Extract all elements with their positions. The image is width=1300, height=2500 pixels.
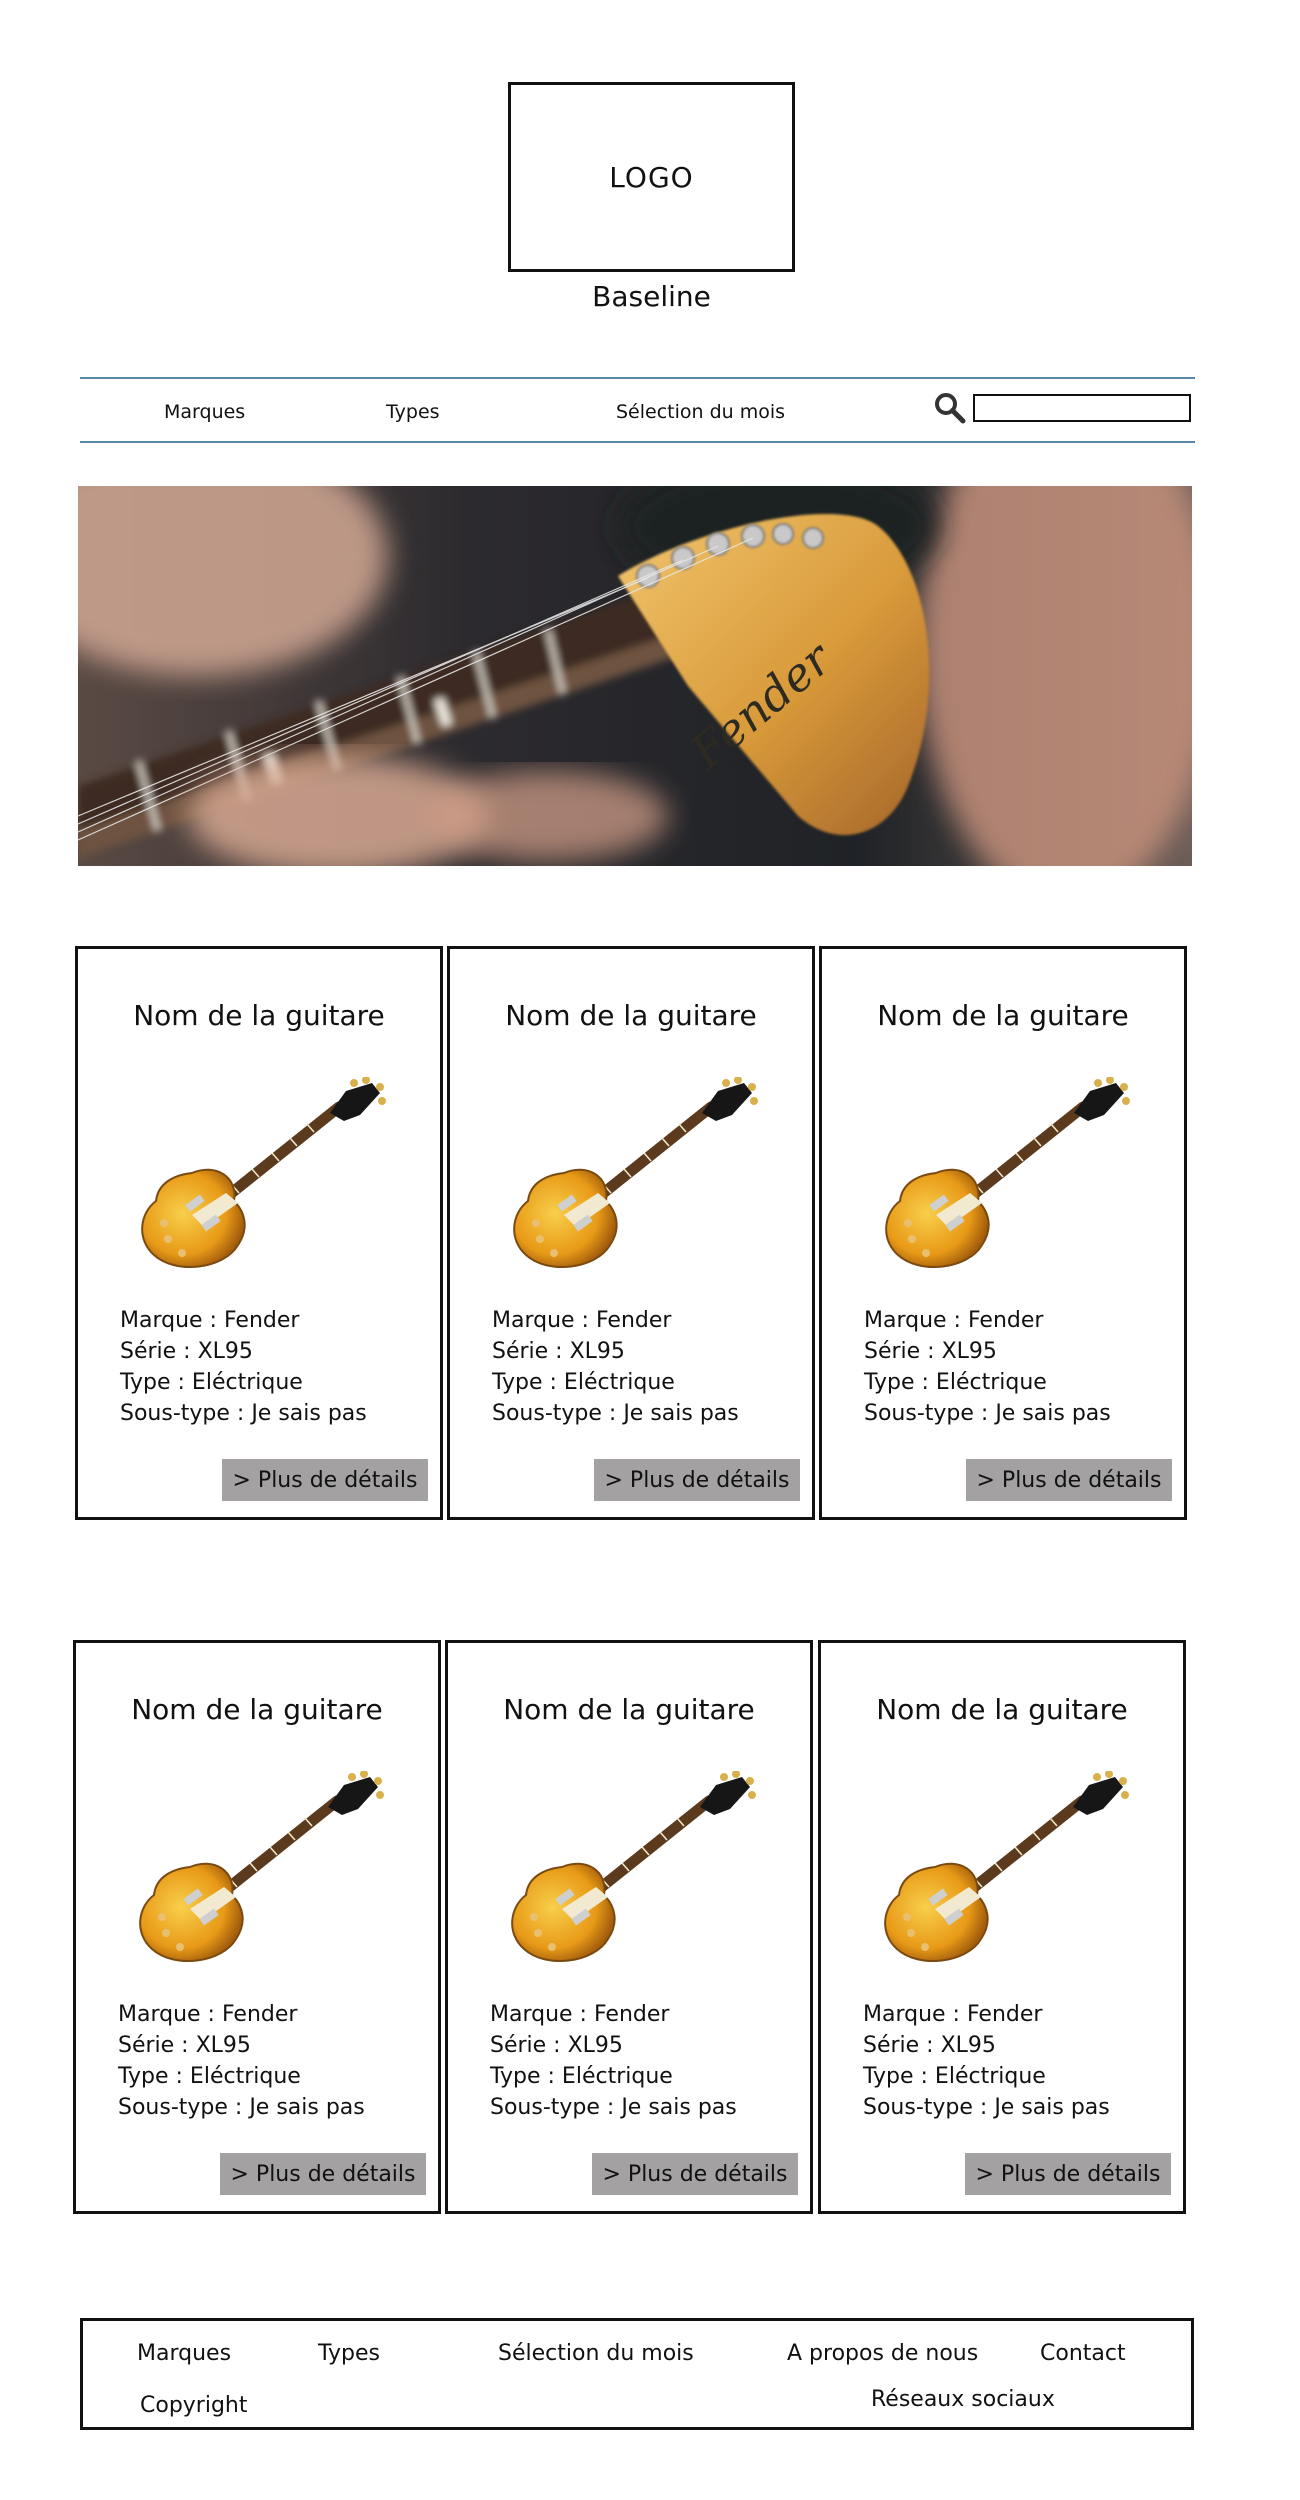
product-series: Série : XL95 — [864, 1339, 997, 1364]
product-series: Série : XL95 — [120, 1339, 253, 1364]
logo[interactable]: LOGO — [508, 82, 795, 272]
product-card: Nom de la guitare Marque : Fender Série … — [447, 946, 815, 1520]
product-brand: Marque : Fender — [492, 1308, 672, 1333]
details-button[interactable]: > Plus de détails — [222, 1459, 428, 1501]
search-input[interactable] — [973, 394, 1191, 422]
details-button[interactable]: > Plus de détails — [592, 2153, 798, 2195]
product-brand: Marque : Fender — [120, 1308, 300, 1333]
product-subtype: Sous-type : Je sais pas — [490, 2095, 737, 2120]
details-button[interactable]: > Plus de détails — [220, 2153, 426, 2195]
footer-link-selection-du-mois[interactable]: Sélection du mois — [498, 2341, 694, 2366]
product-brand: Marque : Fender — [118, 2002, 298, 2027]
guitar-image — [141, 1077, 386, 1268]
product-title: Nom de la guitare — [503, 1693, 755, 1726]
product-subtype: Sous-type : Je sais pas — [492, 1401, 739, 1426]
guitar-image — [513, 1077, 758, 1268]
product-series: Série : XL95 — [490, 2033, 623, 2058]
logo-text: LOGO — [609, 160, 694, 194]
nav-item-types[interactable]: Types — [386, 401, 440, 423]
product-brand: Marque : Fender — [863, 2002, 1043, 2027]
product-specs: Marque : Fender Série : XL95 Type : Eléc… — [120, 1305, 367, 1429]
hero-banner: Fender — [78, 486, 1192, 866]
product-specs: Marque : Fender Série : XL95 Type : Eléc… — [492, 1305, 739, 1429]
product-card: Nom de la guitare Marque : Fender Série … — [75, 946, 443, 1520]
footer-copyright: Copyright — [140, 2393, 248, 2418]
search-icon[interactable] — [933, 391, 967, 425]
product-title: Nom de la guitare — [131, 1693, 383, 1726]
product-brand: Marque : Fender — [864, 1308, 1044, 1333]
details-button[interactable]: > Plus de détails — [966, 1459, 1172, 1501]
product-title: Nom de la guitare — [877, 999, 1129, 1032]
footer-link-contact[interactable]: Contact — [1040, 2341, 1126, 2366]
product-subtype: Sous-type : Je sais pas — [863, 2095, 1110, 2120]
product-specs: Marque : Fender Série : XL95 Type : Eléc… — [118, 1999, 365, 2123]
product-series: Série : XL95 — [863, 2033, 996, 2058]
guitar-image — [884, 1771, 1129, 1962]
footer-link-about[interactable]: A propos de nous — [787, 2341, 978, 2366]
footer: Marques Types Sélection du mois A propos… — [80, 2318, 1194, 2430]
product-type: Type : Eléctrique — [120, 1370, 303, 1395]
product-title: Nom de la guitare — [876, 1693, 1128, 1726]
product-series: Série : XL95 — [118, 2033, 251, 2058]
details-button[interactable]: > Plus de détails — [965, 2153, 1171, 2195]
product-type: Type : Eléctrique — [864, 1370, 1047, 1395]
product-type: Type : Eléctrique — [490, 2064, 673, 2089]
product-brand: Marque : Fender — [490, 2002, 670, 2027]
product-subtype: Sous-type : Je sais pas — [120, 1401, 367, 1426]
guitar-image — [139, 1771, 384, 1962]
main-nav: Marques Types Sélection du mois — [80, 377, 1195, 443]
guitar-image — [511, 1771, 756, 1962]
product-type: Type : Eléctrique — [118, 2064, 301, 2089]
product-subtype: Sous-type : Je sais pas — [864, 1401, 1111, 1426]
footer-link-marques[interactable]: Marques — [137, 2341, 231, 2366]
product-card: Nom de la guitare Marque : Fender Série … — [445, 1640, 813, 2214]
product-specs: Marque : Fender Série : XL95 Type : Eléc… — [864, 1305, 1111, 1429]
product-specs: Marque : Fender Série : XL95 Type : Eléc… — [863, 1999, 1110, 2123]
product-card: Nom de la guitare Marque : Fender Série … — [73, 1640, 441, 2214]
product-subtype: Sous-type : Je sais pas — [118, 2095, 365, 2120]
footer-link-types[interactable]: Types — [318, 2341, 380, 2366]
nav-item-marques[interactable]: Marques — [164, 401, 245, 423]
product-card: Nom de la guitare Marque : Fender Série … — [818, 1640, 1186, 2214]
footer-link-social[interactable]: Réseaux sociaux — [871, 2387, 1055, 2412]
details-button[interactable]: > Plus de détails — [594, 1459, 800, 1501]
product-type: Type : Eléctrique — [863, 2064, 1046, 2089]
baseline: Baseline — [592, 280, 711, 313]
hero-guitar-image: Fender — [78, 486, 1192, 866]
product-title: Nom de la guitare — [133, 999, 385, 1032]
product-type: Type : Eléctrique — [492, 1370, 675, 1395]
product-specs: Marque : Fender Série : XL95 Type : Eléc… — [490, 1999, 737, 2123]
product-series: Série : XL95 — [492, 1339, 625, 1364]
nav-item-selection-du-mois[interactable]: Sélection du mois — [616, 401, 785, 423]
product-title: Nom de la guitare — [505, 999, 757, 1032]
guitar-image — [885, 1077, 1130, 1268]
product-card: Nom de la guitare Marque : Fender Série … — [819, 946, 1187, 1520]
